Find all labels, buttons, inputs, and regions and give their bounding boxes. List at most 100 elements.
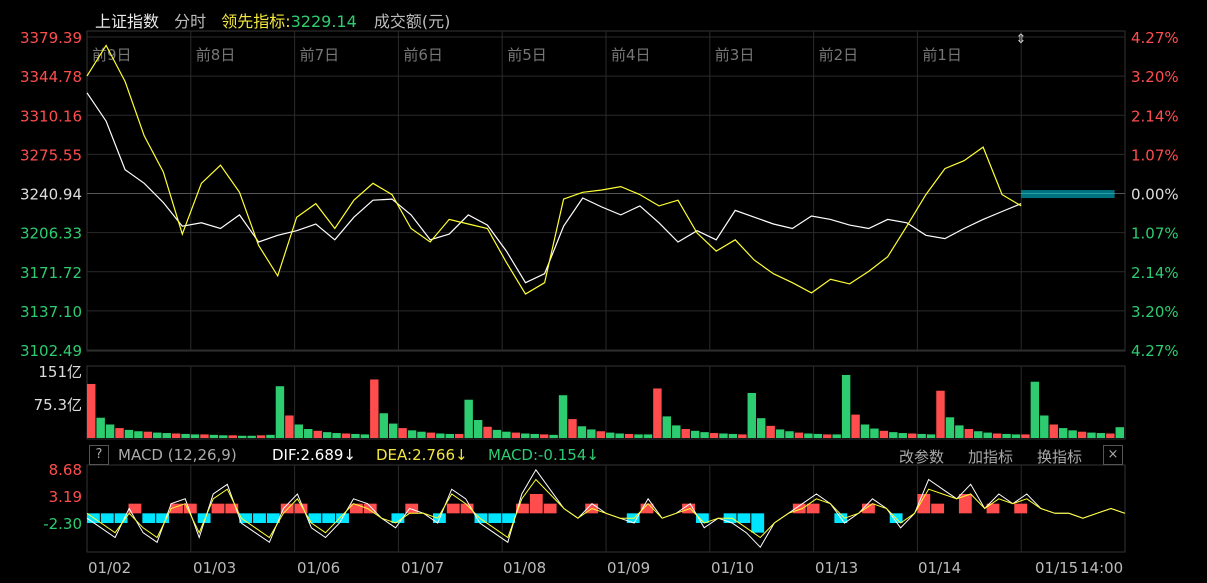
volume-bar [1002, 433, 1011, 438]
volume-bar [964, 428, 974, 438]
y-right-tick-label: 2.14% [1131, 107, 1179, 125]
y-left-tick-label: 3206.33 [20, 225, 82, 243]
x-tick-label: 01/08 [503, 559, 546, 577]
volume-tick-label: 75.3亿 [34, 396, 82, 414]
volume-bar [889, 432, 898, 438]
volume-bar [907, 433, 917, 438]
volume-bar [153, 432, 162, 438]
macd-histogram-bar [100, 513, 114, 523]
today-flow-band [1021, 190, 1115, 199]
volume-bar [568, 419, 577, 438]
volume-bar [247, 435, 256, 438]
charts-canvas[interactable]: 3379.39 3344.78 3310.16 3275.55 3240.94 3206.… [0, 0, 1207, 583]
volume-bar [1106, 433, 1115, 438]
volume-bar [266, 434, 275, 438]
volume-bar [407, 430, 417, 438]
day-label: 前8日 [196, 46, 236, 64]
volume-bar [294, 424, 304, 438]
volume-bar [492, 429, 502, 438]
day-label: 前2日 [819, 46, 859, 64]
volume-bar [898, 433, 907, 438]
volume-bar [936, 390, 945, 438]
macd-dif: DIF:2.689↓ [272, 446, 357, 464]
volume-bar [1030, 381, 1040, 438]
volume-bar [285, 415, 294, 438]
macd-histogram-bar [529, 494, 543, 514]
y-left-tick-label: 3171.72 [20, 264, 82, 282]
y-left-tick-label: 3275.55 [20, 146, 82, 164]
volume-bar [785, 431, 794, 438]
volume-bar [596, 431, 605, 438]
volume-bar [606, 432, 615, 438]
volume-bar [577, 426, 587, 438]
x-tick-label: 01/14 [918, 559, 961, 577]
volume-bar [511, 432, 521, 438]
macd-histogram-bar [142, 513, 156, 523]
y-left-tick-label: 3379.39 [20, 29, 82, 47]
volume-bar [558, 395, 568, 438]
macd-histogram-bar [737, 513, 751, 523]
day-label: 前3日 [715, 46, 755, 64]
edit-params-button[interactable]: 改参数 [899, 446, 944, 467]
volume-bar [87, 383, 96, 438]
price-line-white [86, 92, 1022, 284]
day-label: 前7日 [300, 46, 340, 64]
macd-histogram-bar [128, 503, 142, 514]
volume-bar [388, 423, 398, 438]
y-right-tick-label: 4.27% [1131, 342, 1179, 360]
switch-indicator-button[interactable]: 换指标 [1037, 446, 1082, 467]
volume-bar [709, 433, 719, 438]
add-indicator-button[interactable]: 加指标 [968, 446, 1013, 467]
volume-bar [1011, 434, 1021, 438]
volume-bar [917, 433, 926, 438]
volume-bar [360, 434, 370, 438]
help-button[interactable]: ? [89, 445, 109, 465]
volume-bar [1049, 424, 1058, 438]
volume-bar [983, 432, 992, 438]
volume-bar [370, 379, 379, 438]
volume-bar [134, 431, 143, 438]
volume-bar [530, 433, 539, 438]
volume-bar [124, 429, 134, 438]
volume-bar [275, 386, 285, 438]
volume-bar [1021, 434, 1030, 438]
volume-bar [105, 424, 115, 438]
volume-bar [351, 433, 360, 438]
volume-bar [794, 432, 804, 438]
x-tick-label: 01/02 [88, 559, 131, 577]
volume-bar [756, 418, 766, 438]
volume-bar [1115, 427, 1124, 438]
macd-dea: DEA:2.766↓ [376, 446, 468, 464]
volume-bar [955, 425, 964, 438]
volume-bar [162, 433, 171, 438]
macd-histogram-bar [806, 503, 820, 514]
volume-bar [624, 433, 634, 438]
volume-bar [200, 434, 209, 438]
macd-histogram-bar [253, 513, 266, 523]
volume-bar [766, 425, 775, 438]
y-right-tick-label: 1.07% [1131, 225, 1179, 243]
macd-histogram-bar [363, 503, 377, 514]
y-left-tick-label: 3310.16 [20, 107, 82, 125]
volume-bar [209, 434, 219, 438]
volume-bar [256, 435, 266, 438]
volume-bar [190, 434, 200, 438]
volume-bar [521, 433, 530, 438]
volume-bar [813, 433, 823, 438]
y-right-tick-label: 0.00% [1131, 186, 1179, 204]
y-left-tick-label: 3102.49 [20, 342, 82, 360]
volume-bar [672, 425, 681, 438]
day-label: 前4日 [611, 46, 651, 64]
y-right-tick-label: 3.20% [1131, 68, 1179, 86]
volume-bar [832, 434, 841, 438]
volume-bar [473, 419, 483, 438]
volume-bar [539, 434, 549, 438]
y-left-tick-label: 3137.10 [20, 303, 82, 321]
volume-bar [653, 388, 662, 438]
close-icon[interactable]: × [1103, 445, 1123, 465]
macd-histogram-bar [211, 503, 225, 514]
volume-tick-label: 151亿 [38, 363, 82, 381]
volume-bar [945, 417, 955, 438]
macd-histogram-bar [931, 503, 945, 514]
volume-bar [879, 430, 889, 438]
